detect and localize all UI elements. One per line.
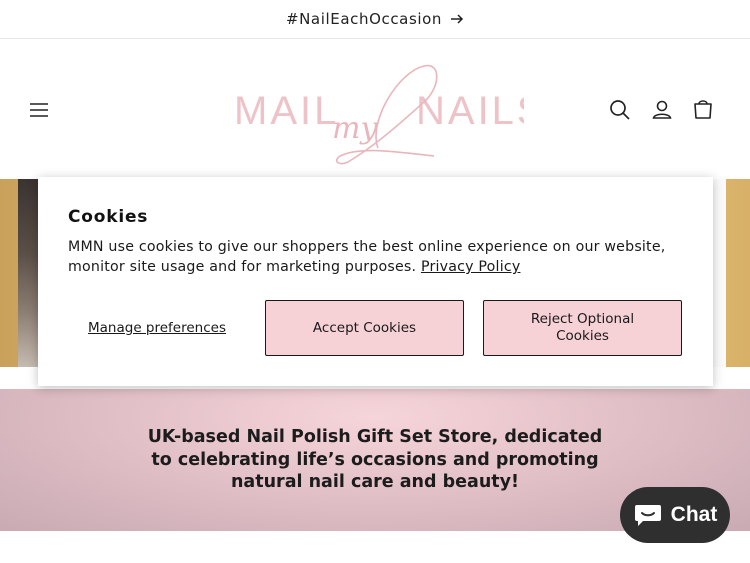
privacy-policy-link[interactable]: Privacy Policy	[421, 259, 521, 275]
account-icon[interactable]	[650, 98, 674, 122]
announcement-bar[interactable]: #NailEachOccasion	[0, 0, 750, 39]
search-icon[interactable]	[608, 98, 632, 122]
announcement-text[interactable]: #NailEachOccasion	[286, 10, 442, 28]
cookie-message: MMN use cookies to give our shoppers the…	[68, 237, 683, 277]
chat-button[interactable]: Chat	[620, 487, 730, 543]
logo-text-left: MAIL	[234, 89, 339, 133]
manage-preferences-button[interactable]: Manage preferences	[68, 300, 246, 356]
logo-text-script: my	[332, 111, 378, 146]
reject-cookies-button[interactable]: Reject Optional Cookies	[483, 300, 682, 356]
cookie-title: Cookies	[68, 207, 149, 227]
banner-text: UK-based Nail Polish Gift Set Store, ded…	[147, 427, 603, 493]
arrow-right-icon	[451, 14, 464, 24]
chat-label: Chat	[670, 503, 718, 526]
mail-my-nails-logo[interactable]: MAIL NAILS my	[228, 52, 524, 170]
cookie-banner: Cookies MMN use cookies to give our shop…	[38, 177, 713, 386]
logo-text-right: NAILS	[416, 89, 524, 133]
accept-cookies-button[interactable]: Accept Cookies	[265, 300, 464, 356]
site-header: MAIL NAILS my	[0, 40, 750, 179]
cookie-message-text: MMN use cookies to give our shoppers the…	[68, 239, 666, 275]
menu-icon[interactable]	[28, 100, 50, 120]
cart-icon[interactable]	[691, 98, 715, 122]
chat-bubble-icon	[634, 505, 661, 526]
hero-card	[712, 179, 726, 367]
